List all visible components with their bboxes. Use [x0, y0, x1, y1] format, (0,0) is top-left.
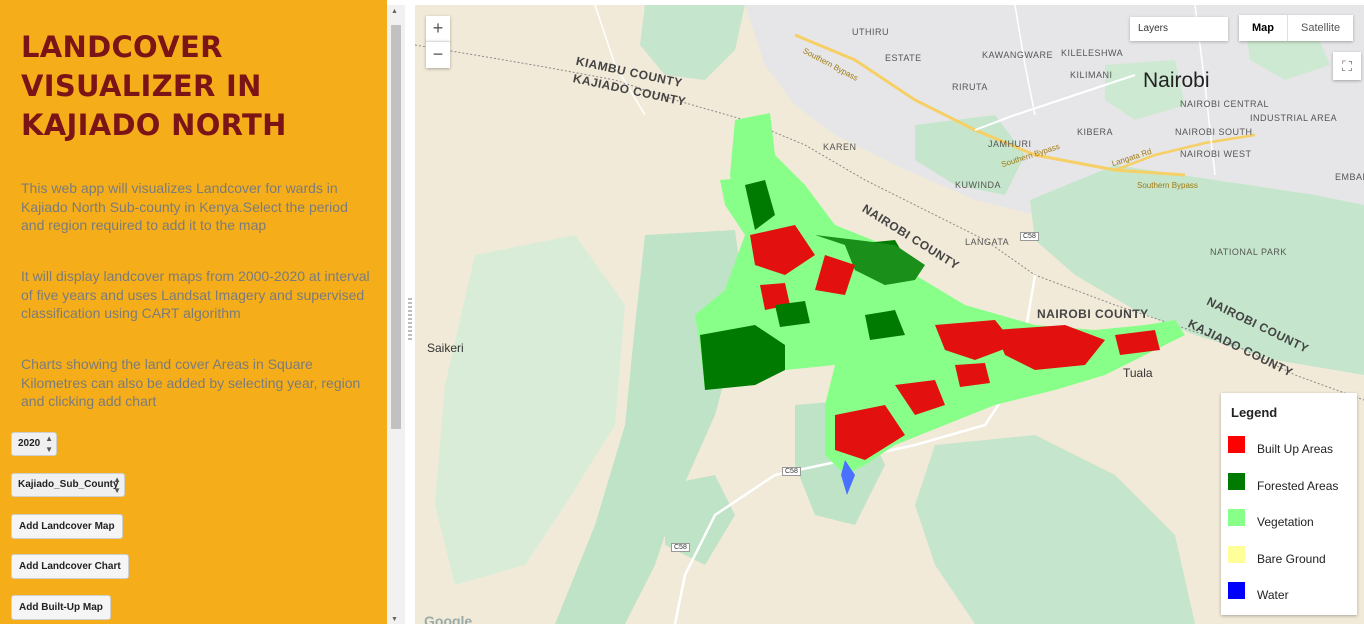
select-arrows-icon: ▲ ▼ [113, 475, 121, 495]
map-place-label: LANGATA [965, 237, 1010, 247]
region-select-value: Kajiado_Sub_County [18, 479, 119, 490]
city-label: Nairobi [1143, 69, 1210, 92]
legend-title: Legend [1231, 405, 1278, 420]
map-place-label: KUWINDA [955, 180, 1001, 190]
scrollbar-thumb[interactable] [391, 25, 401, 429]
year-select-value: 2020 [18, 438, 41, 449]
map-place-label: ESTATE [885, 53, 922, 63]
legend-swatch [1228, 473, 1245, 490]
add-built-up-map-button[interactable]: Add Built-Up Map [11, 595, 111, 620]
fullscreen-button[interactable]: ⛶ [1333, 52, 1361, 80]
map-place-label: NAIROBI SOUTH [1175, 127, 1253, 137]
legend-swatch [1228, 546, 1245, 563]
map-place-label: NAIROBI WEST [1180, 149, 1252, 159]
map-place-label: UTHIRU [852, 27, 889, 37]
sidebar-panel: LANDCOVER VISUALIZER IN KAJIADO NORTH Th… [0, 0, 387, 624]
map-place-label: INDUSTRIAL AREA [1250, 113, 1338, 123]
description-text: This web app will visualizes Landcover f… [21, 180, 348, 233]
layers-dropdown[interactable]: Layers [1130, 17, 1228, 41]
map-place-label: KAWANGWARE [982, 50, 1054, 60]
panel-splitter[interactable] [405, 0, 415, 624]
map-type-satellite-button[interactable]: Satellite [1288, 15, 1353, 41]
legend-label: Forested Areas [1257, 479, 1339, 493]
map-place-label: Saikeri [427, 341, 464, 355]
map-legend: Legend Built Up Areas Forested Areas Veg… [1221, 393, 1357, 615]
legend-label: Bare Ground [1257, 552, 1326, 566]
county-label: NAIROBI COUNTY [1037, 307, 1149, 321]
zoom-out-button[interactable]: − [426, 41, 450, 68]
road-number-badge: C58 [1020, 232, 1039, 241]
map-place-label: KIBERA [1077, 127, 1114, 137]
scroll-down-icon[interactable]: ▼ [391, 616, 398, 623]
map-place-label: RIRUTA [952, 82, 988, 92]
region-select[interactable]: Kajiado_Sub_County ▲ ▼ [11, 473, 125, 497]
fullscreen-icon: ⛶ [1342, 58, 1352, 74]
splitter-grip-icon[interactable] [408, 298, 412, 340]
map-place-label: NATIONAL PARK [1210, 247, 1287, 257]
year-select[interactable]: 2020 ▲ ▼ [11, 432, 57, 456]
map-place-label: JAMHURI [988, 139, 1032, 149]
map-type-map-button[interactable]: Map [1239, 15, 1288, 41]
road-label: Southern Bypass [1137, 181, 1198, 190]
map-place-label: KAREN [823, 142, 857, 152]
sidebar-scrollbar[interactable]: ▲ ▼ [387, 5, 405, 624]
description-text: Charts showing the land cover Areas in S… [21, 356, 361, 409]
legend-label: Vegetation [1257, 515, 1314, 529]
map-place-label: EMBAKASI [1335, 172, 1364, 182]
app-title: LANDCOVER VISUALIZER IN KAJIADO NORTH [21, 30, 287, 142]
zoom-in-button[interactable]: + [426, 16, 450, 42]
map-place-label: NAIROBI CENTRAL [1180, 99, 1270, 109]
legend-label: Built Up Areas [1257, 442, 1334, 456]
map-place-label: KILELESHWA [1061, 48, 1124, 58]
map-place-label: Tuala [1123, 366, 1153, 380]
road-number-badge: C58 [782, 467, 801, 476]
legend-swatch [1228, 582, 1245, 599]
add-landcover-chart-button[interactable]: Add Landcover Chart [11, 554, 129, 579]
legend-swatch [1228, 436, 1245, 453]
map-place-label: KILIMANI [1070, 70, 1113, 80]
map-type-control: Map Satellite [1239, 15, 1354, 41]
road-number-badge: C58 [671, 543, 690, 552]
add-landcover-map-button[interactable]: Add Landcover Map [11, 514, 123, 539]
description-text: It will display landcover maps from 2000… [21, 268, 370, 321]
map-canvas[interactable]: UTHIRU ESTATE KAWANGWARE KILELESHWA KILI… [415, 5, 1364, 624]
scroll-up-icon[interactable]: ▲ [391, 8, 398, 15]
layers-label: Layers [1138, 23, 1169, 34]
google-logo[interactable]: Google [424, 613, 472, 624]
select-arrows-icon: ▲ ▼ [45, 434, 53, 454]
legend-label: Water [1257, 588, 1289, 602]
legend-swatch [1228, 509, 1245, 526]
